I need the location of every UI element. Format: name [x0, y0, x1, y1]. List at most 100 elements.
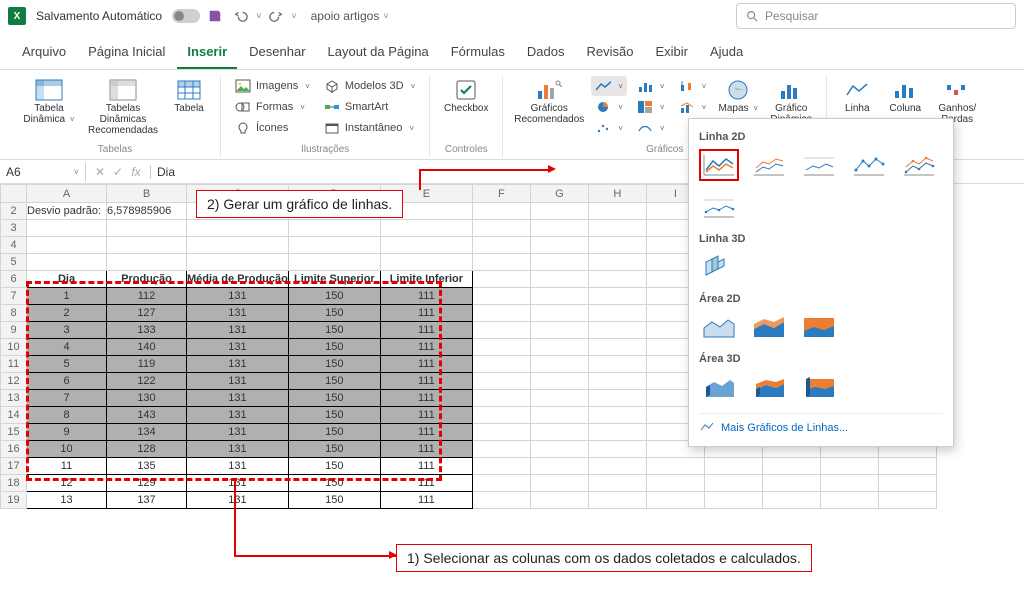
smartart-button[interactable]: SmartArt — [320, 97, 419, 117]
instantaneo-button[interactable]: Instantâneo — [320, 118, 419, 138]
cell-r19-c4[interactable]: 111 — [380, 492, 472, 509]
chart-option-100stacked-area[interactable] — [799, 311, 839, 343]
cell-r11-c0[interactable]: 5 — [27, 356, 107, 373]
row-header-17[interactable]: 17 — [1, 458, 27, 475]
recommended-pivot-button[interactable]: Tabelas Dinâmicas Recomendadas — [84, 76, 162, 139]
cell-r8-c1[interactable]: 127 — [107, 305, 187, 322]
row-header-11[interactable]: 11 — [1, 356, 27, 373]
row-header-2[interactable]: 2 — [1, 203, 27, 220]
col-header-G[interactable]: G — [530, 185, 588, 203]
cell-r8-c0[interactable]: 2 — [27, 305, 107, 322]
enter-icon[interactable]: ✓ — [110, 165, 126, 179]
tab-dados[interactable]: Dados — [517, 40, 575, 69]
autosave-toggle[interactable] — [172, 9, 200, 23]
cell-r10-c1[interactable]: 140 — [107, 339, 187, 356]
row-header-15[interactable]: 15 — [1, 424, 27, 441]
row-header-14[interactable]: 14 — [1, 407, 27, 424]
cell-r7-c0[interactable]: 1 — [27, 288, 107, 305]
cell-r10-c2[interactable]: 131 — [187, 339, 289, 356]
cell-r18-c4[interactable]: 111 — [380, 475, 472, 492]
chart-option-3d-line[interactable] — [699, 251, 739, 283]
cell-r17-c1[interactable]: 135 — [107, 458, 187, 475]
cell-r9-c1[interactable]: 133 — [107, 322, 187, 339]
cell-r12-c0[interactable]: 6 — [27, 373, 107, 390]
cell-r12-c4[interactable]: 111 — [380, 373, 472, 390]
cell-r16-c3[interactable]: 150 — [288, 441, 380, 458]
chart-bar-dropdown[interactable] — [633, 76, 669, 96]
save-icon[interactable] — [204, 5, 226, 27]
row-header-12[interactable]: 12 — [1, 373, 27, 390]
row-header-5[interactable]: 5 — [1, 254, 27, 271]
col-header-A[interactable]: A — [27, 185, 107, 203]
cell-r7-c4[interactable]: 111 — [380, 288, 472, 305]
cell-r16-c1[interactable]: 128 — [107, 441, 187, 458]
redo-icon[interactable] — [265, 5, 287, 27]
recommended-charts-button[interactable]: Gráficos Recomendados — [513, 76, 585, 128]
cell-r7-c2[interactable]: 131 — [187, 288, 289, 305]
col-header-B[interactable]: B — [107, 185, 187, 203]
cell-r13-c4[interactable]: 111 — [380, 390, 472, 407]
row-header-3[interactable]: 3 — [1, 220, 27, 237]
chart-option-stacked-line[interactable] — [749, 149, 789, 181]
row-header-6[interactable]: 6 — [1, 271, 27, 288]
cell-r15-c0[interactable]: 9 — [27, 424, 107, 441]
cell-r16-c0[interactable]: 10 — [27, 441, 107, 458]
cell-r13-c3[interactable]: 150 — [288, 390, 380, 407]
cell-A2[interactable]: Desvio padrão: — [27, 203, 107, 220]
pivot-table-button[interactable]: Tabela Dinâmica — [20, 76, 78, 128]
row-header-13[interactable]: 13 — [1, 390, 27, 407]
cell-r12-c3[interactable]: 150 — [288, 373, 380, 390]
cancel-icon[interactable]: ✕ — [92, 165, 108, 179]
chart-stat-dropdown[interactable] — [675, 76, 711, 96]
cell-r8-c4[interactable]: 111 — [380, 305, 472, 322]
cell-r17-c3[interactable]: 150 — [288, 458, 380, 475]
cell-r8-c3[interactable]: 150 — [288, 305, 380, 322]
select-all-cell[interactable] — [1, 185, 27, 203]
cell-r9-c2[interactable]: 131 — [187, 322, 289, 339]
cell-r12-c1[interactable]: 122 — [107, 373, 187, 390]
cell-r13-c2[interactable]: 131 — [187, 390, 289, 407]
table-header-1[interactable]: Produção — [107, 271, 187, 288]
search-input[interactable]: Pesquisar — [736, 3, 1016, 29]
row-header-10[interactable]: 10 — [1, 339, 27, 356]
cell-r13-c0[interactable]: 7 — [27, 390, 107, 407]
table-header-4[interactable]: Limite Inferior — [380, 271, 472, 288]
tab-exibir[interactable]: Exibir — [645, 40, 698, 69]
chart-combo-dropdown[interactable] — [675, 97, 711, 117]
tab-revisão[interactable]: Revisão — [577, 40, 644, 69]
cell-r18-c0[interactable]: 12 — [27, 475, 107, 492]
cell-r18-c2[interactable]: 131 — [187, 475, 289, 492]
cell-r19-c3[interactable]: 150 — [288, 492, 380, 509]
table-header-3[interactable]: Limite Superior — [288, 271, 380, 288]
more-line-charts-link[interactable]: Mais Gráficos de Linhas... — [699, 413, 943, 436]
chart-option-3d-stacked-area[interactable] — [749, 371, 789, 403]
cell-r12-c2[interactable]: 131 — [187, 373, 289, 390]
formas-button[interactable]: Formas — [231, 97, 314, 117]
cell-r15-c1[interactable]: 134 — [107, 424, 187, 441]
cell-r16-c2[interactable]: 131 — [187, 441, 289, 458]
tab-layout-da-página[interactable]: Layout da Página — [318, 40, 439, 69]
cell-r14-c1[interactable]: 143 — [107, 407, 187, 424]
cell-r18-c1[interactable]: 129 — [107, 475, 187, 492]
name-box[interactable]: A6˅ — [0, 163, 86, 181]
col-header-F[interactable]: F — [472, 185, 530, 203]
chart-hier-dropdown[interactable] — [633, 97, 669, 117]
chart-option-3d-area[interactable] — [699, 371, 739, 403]
cell-r19-c2[interactable]: 131 — [187, 492, 289, 509]
cell-r15-c2[interactable]: 131 — [187, 424, 289, 441]
document-name[interactable]: apoio artigos˅ — [311, 9, 389, 23]
cell-r8-c2[interactable]: 131 — [187, 305, 289, 322]
chart-option-stacked-area[interactable] — [749, 311, 789, 343]
cell-r11-c2[interactable]: 131 — [187, 356, 289, 373]
chart-option-100stacked-line-markers[interactable] — [699, 191, 739, 223]
row-header-19[interactable]: 19 — [1, 492, 27, 509]
cell-r17-c2[interactable]: 131 — [187, 458, 289, 475]
row-header-18[interactable]: 18 — [1, 475, 27, 492]
modelos3d-button[interactable]: Modelos 3D — [320, 76, 419, 96]
tab-fórmulas[interactable]: Fórmulas — [441, 40, 515, 69]
cell-r7-c1[interactable]: 112 — [107, 288, 187, 305]
chart-option-3d-100stacked-area[interactable] — [799, 371, 839, 403]
tab-arquivo[interactable]: Arquivo — [12, 40, 76, 69]
chart-option-area[interactable] — [699, 311, 739, 343]
cell-r9-c4[interactable]: 111 — [380, 322, 472, 339]
